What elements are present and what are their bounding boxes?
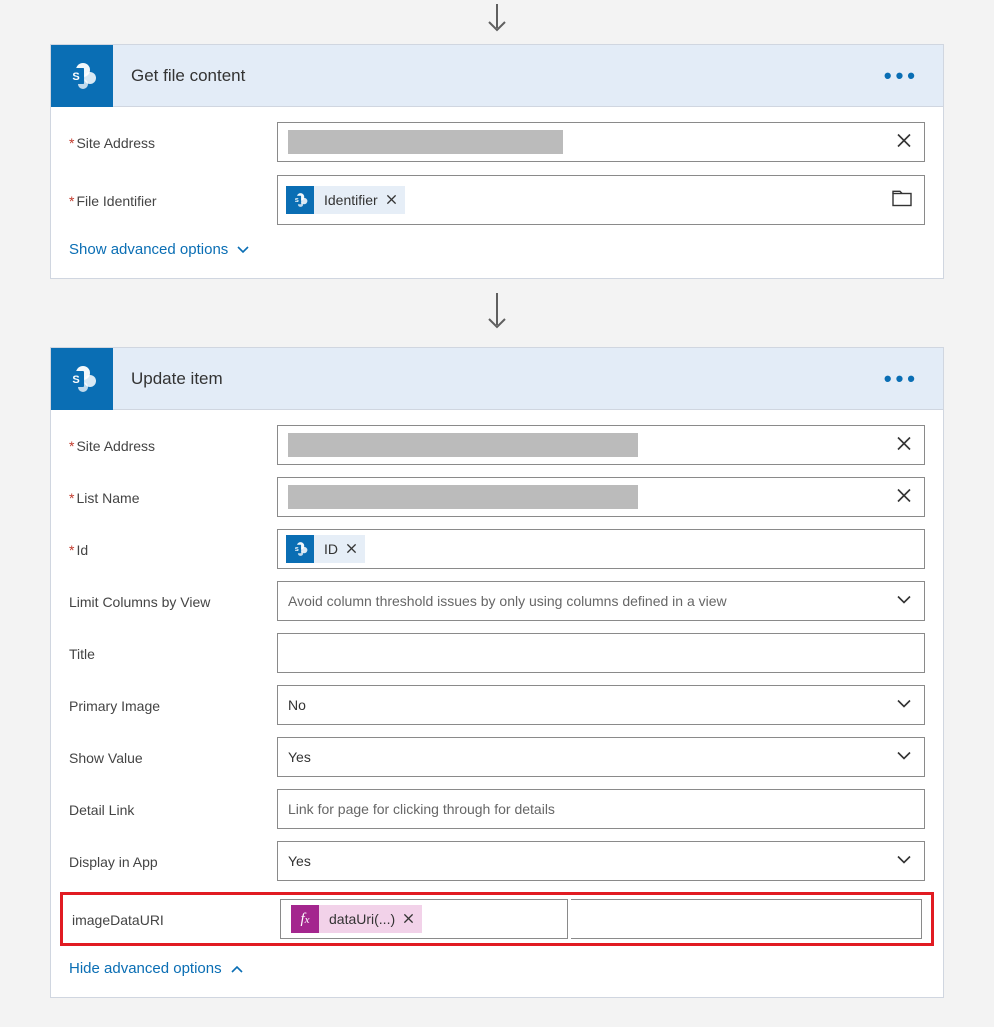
redacted-value <box>288 130 563 154</box>
token-remove-icon[interactable] <box>403 911 414 927</box>
chevron-down-icon <box>896 592 912 611</box>
placeholder-text: Avoid column threshold issues by only us… <box>288 593 727 609</box>
svg-text:S: S <box>72 71 79 83</box>
field-label-image-data-uri: imageDataURI <box>69 910 280 928</box>
field-label-primary-image: Primary Image <box>69 696 277 714</box>
field-label-id: *Id <box>69 540 277 558</box>
chevron-up-icon <box>230 962 244 976</box>
clear-icon[interactable] <box>896 133 912 152</box>
field-label-limit-columns: Limit Columns by View <box>69 592 277 610</box>
svg-text:S: S <box>295 198 299 204</box>
list-name-input[interactable] <box>277 477 925 517</box>
sharepoint-icon: S <box>286 535 314 563</box>
title-input[interactable] <box>277 633 925 673</box>
fx-icon: fx <box>291 905 319 933</box>
field-label-site-address: *Site Address <box>69 436 277 454</box>
token-identifier[interactable]: S Identifier <box>286 186 405 214</box>
display-in-app-select[interactable]: Yes <box>277 841 925 881</box>
card-header[interactable]: S Get file content ••• <box>51 45 943 107</box>
site-address-input[interactable] <box>277 122 925 162</box>
limit-columns-select[interactable]: Avoid column threshold issues by only us… <box>277 581 925 621</box>
card-menu-button[interactable]: ••• <box>878 374 925 384</box>
chevron-down-icon <box>896 748 912 767</box>
image-data-uri-input-extra[interactable] <box>571 899 922 939</box>
field-label-title: Title <box>69 644 277 662</box>
image-data-uri-input[interactable]: fx dataUri(...) <box>280 899 568 939</box>
select-value: Yes <box>288 853 311 869</box>
show-advanced-options-link[interactable]: Show advanced options <box>69 237 250 260</box>
chevron-down-icon <box>896 852 912 871</box>
token-fx-datauri[interactable]: fx dataUri(...) <box>291 905 422 933</box>
field-label-list-name: *List Name <box>69 488 277 506</box>
sharepoint-icon: S <box>51 348 113 410</box>
file-identifier-input[interactable]: S Identifier <box>277 175 925 225</box>
select-value: Yes <box>288 749 311 765</box>
svg-text:S: S <box>295 547 299 553</box>
action-card-get-file-content: S Get file content ••• *Site Address *Fi… <box>50 44 944 279</box>
svg-text:S: S <box>72 374 79 386</box>
action-card-update-item: S Update item ••• *Site Address *List Na… <box>50 347 944 998</box>
card-title: Get file content <box>113 66 878 86</box>
clear-icon[interactable] <box>896 488 912 507</box>
card-title: Update item <box>113 369 878 389</box>
detail-link-input[interactable]: Link for page for clicking through for d… <box>277 789 925 829</box>
chevron-down-icon <box>236 243 250 257</box>
show-value-select[interactable]: Yes <box>277 737 925 777</box>
token-label: dataUri(...) <box>329 911 395 927</box>
field-label-file-identifier: *File Identifier <box>69 191 277 209</box>
sharepoint-icon: S <box>51 45 113 107</box>
placeholder-text: Link for page for clicking through for d… <box>288 801 555 817</box>
redacted-value <box>288 485 638 509</box>
flow-arrow <box>50 0 944 44</box>
redacted-value <box>288 433 638 457</box>
token-id[interactable]: S ID <box>286 535 365 563</box>
card-header[interactable]: S Update item ••• <box>51 348 943 410</box>
field-label-show-value: Show Value <box>69 748 277 766</box>
sharepoint-icon: S <box>286 186 314 214</box>
field-label-site-address: *Site Address <box>69 133 277 151</box>
token-remove-icon[interactable] <box>346 541 357 557</box>
field-label-detail-link: Detail Link <box>69 800 277 818</box>
highlighted-row-image-data-uri: imageDataURI fx dataUri(...) <box>60 892 934 946</box>
id-input[interactable]: S ID <box>277 529 925 569</box>
hide-advanced-options-link[interactable]: Hide advanced options <box>69 956 244 979</box>
chevron-down-icon <box>896 696 912 715</box>
token-label: ID <box>324 541 338 557</box>
primary-image-select[interactable]: No <box>277 685 925 725</box>
select-value: No <box>288 697 306 713</box>
card-menu-button[interactable]: ••• <box>878 71 925 81</box>
site-address-input[interactable] <box>277 425 925 465</box>
clear-icon[interactable] <box>896 436 912 455</box>
token-remove-icon[interactable] <box>386 192 397 208</box>
folder-picker-icon[interactable] <box>892 191 912 210</box>
field-label-display-in-app: Display in App <box>69 852 277 870</box>
token-label: Identifier <box>324 192 378 208</box>
flow-arrow <box>50 279 944 347</box>
